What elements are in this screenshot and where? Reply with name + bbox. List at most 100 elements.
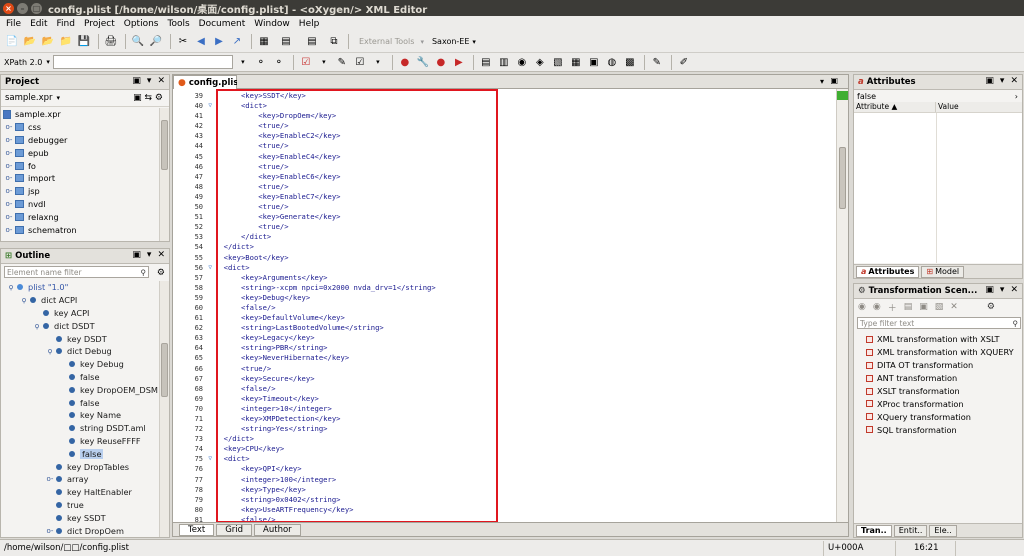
fold-toggle-icon[interactable]: ▽ — [208, 454, 212, 464]
code-line[interactable]: <integer>10</integer> — [215, 404, 825, 414]
code-line[interactable]: <key>DefaultVolume</key> — [215, 313, 825, 323]
project-tree-item[interactable]: o-css — [3, 121, 169, 134]
project-tools-icon[interactable]: ▣ ⇆ ⚙ — [133, 93, 163, 103]
restore-icon[interactable]: ▣ — [985, 285, 994, 295]
code-line[interactable]: <string>0x0402</string> — [215, 495, 825, 505]
code-line[interactable]: <dict> — [215, 263, 825, 273]
open-url-icon[interactable]: 📂 — [40, 34, 56, 50]
open-folder-icon[interactable]: 📁 — [58, 34, 74, 50]
menu-icon[interactable]: ▾ — [147, 250, 152, 260]
code-area[interactable]: <key>SSDT</key> <dict> <key>DropOem</key… — [215, 91, 825, 522]
code-line[interactable]: <dict> — [215, 101, 825, 111]
project-tree-item[interactable]: o-import — [3, 172, 169, 185]
xpath-version-label[interactable]: XPath 2.0 — [4, 58, 42, 67]
menu-find[interactable]: Find — [57, 19, 75, 29]
code-line[interactable]: <key>NeverHibernate</key> — [215, 353, 825, 363]
code-line[interactable]: <true/> — [215, 202, 825, 212]
grid-icon[interactable]: ▦ — [568, 54, 584, 70]
close-icon[interactable]: ✕ — [1010, 285, 1018, 295]
close-window-button[interactable]: × — [3, 2, 14, 14]
apply-icon[interactable]: ◉ — [858, 302, 866, 312]
layout-icon[interactable]: ▦ — [256, 34, 272, 50]
code-line[interactable]: <true/> — [215, 162, 825, 172]
project-tree-item[interactable]: o-debugger — [3, 134, 169, 147]
engine-selector[interactable]: Saxon-EE — [432, 37, 469, 46]
code-line[interactable]: <key>EnableC2</key> — [215, 131, 825, 141]
code-line[interactable]: <integer>100</integer> — [215, 475, 825, 485]
xpath-input[interactable] — [52, 55, 233, 69]
last-edit-icon[interactable]: ↗ — [229, 34, 245, 50]
code-line[interactable]: <key>EnableC4</key> — [215, 152, 825, 162]
menu-edit[interactable]: Edit — [30, 19, 47, 29]
expand-toggle-icon[interactable]: o- — [3, 122, 15, 132]
expand-toggle-icon[interactable]: o- — [44, 474, 56, 484]
scenario-item[interactable]: SQL transformation — [854, 423, 1022, 436]
xpath-version-dropdown-icon[interactable]: ▾ — [46, 58, 50, 66]
scenario-item[interactable]: XML transformation with XSLT — [854, 333, 1022, 346]
menu-file[interactable]: File — [6, 19, 21, 29]
code-line[interactable]: <key>EnableC7</key> — [215, 192, 825, 202]
maximize-editor-icon[interactable]: ▣ — [830, 76, 838, 85]
menu-icon[interactable]: ▾ — [1000, 76, 1005, 86]
scenario-item[interactable]: XProc transformation — [854, 397, 1022, 410]
new-scenario-icon[interactable]: ＋ — [888, 301, 897, 314]
editor-scrollbar[interactable] — [836, 89, 848, 522]
configure-transformation-icon[interactable]: 🔧 — [415, 54, 431, 70]
debug-icon[interactable]: ◉ — [873, 302, 881, 312]
xpath-dropdown-icon[interactable]: ▾ — [235, 54, 251, 70]
outline-node[interactable]: ϙ dict ACPI — [1, 294, 169, 307]
code-line[interactable]: <key>Boot</key> — [215, 253, 825, 263]
run-icon[interactable]: ▶ — [451, 54, 467, 70]
code-line[interactable]: <true/> — [215, 141, 825, 151]
validate-icon[interactable]: ☑ — [298, 54, 314, 70]
expand-toggle-icon[interactable]: o- — [44, 526, 56, 536]
code-line[interactable]: <string>-xcpm npci=0x2000 nvda_drv=1</st… — [215, 283, 825, 293]
validate-dropdown-icon[interactable]: ▾ — [316, 54, 332, 70]
external-tools-dropdown-icon[interactable]: ▾ — [420, 38, 424, 46]
expand-toggle-icon[interactable]: ϙ — [31, 321, 43, 331]
menu-project[interactable]: Project — [84, 19, 115, 29]
project-tree-item[interactable]: o-nvdl — [3, 198, 169, 211]
attribute-column-header[interactable]: Attribute ▲ — [854, 102, 936, 112]
outline-node[interactable]: key ACPI — [1, 307, 169, 320]
close-icon[interactable]: ✕ — [157, 250, 165, 260]
code-line[interactable]: <key>Type</key> — [215, 485, 825, 495]
restore-icon[interactable]: ▣ — [132, 250, 141, 260]
menu-help[interactable]: Help — [299, 19, 320, 29]
restore-icon[interactable]: ▣ — [132, 76, 141, 86]
code-line[interactable]: <key>CPU</key> — [215, 444, 825, 454]
find-icon[interactable]: 🔍 — [130, 34, 146, 50]
tab-attributes[interactable]: a Attributes — [856, 265, 920, 278]
format-indent-icon[interactable]: ▤ — [478, 54, 494, 70]
cut-icon[interactable]: ✂ — [175, 34, 191, 50]
code-line[interactable]: <key>QPI</key> — [215, 464, 825, 474]
expand-toggle-icon[interactable]: o- — [3, 173, 15, 183]
tab-grid[interactable]: Grid — [216, 523, 253, 536]
code-line[interactable]: <key>UseARTFrequency</key> — [215, 505, 825, 515]
edit-icon[interactable]: ✎ — [649, 54, 665, 70]
convert-icon[interactable]: ▩ — [622, 54, 638, 70]
scenario-item[interactable]: XQuery transformation — [854, 410, 1022, 423]
open-file-icon[interactable]: 📂 — [22, 34, 38, 50]
xpath-settings-icon[interactable]: ⚬ — [271, 54, 287, 70]
tag-icon[interactable]: ◈ — [532, 54, 548, 70]
project-dropdown-icon[interactable]: ▾ — [57, 94, 61, 102]
outline-node[interactable]: key ReuseFFFF — [1, 435, 169, 448]
restore-icon[interactable]: ▣ — [985, 76, 994, 86]
forward-icon[interactable]: ▶ — [211, 34, 227, 50]
apply-transformation-icon[interactable]: ● — [397, 54, 413, 70]
scenario-item[interactable]: ANT transformation — [854, 372, 1022, 385]
tab-transformation[interactable]: Tran.. — [856, 524, 892, 537]
code-line[interactable]: <false/> — [215, 303, 825, 313]
expand-toggle-icon[interactable]: o- — [3, 135, 15, 145]
import-icon[interactable]: ▧ — [935, 302, 944, 312]
expand-toggle-icon[interactable]: ϙ — [44, 346, 56, 356]
outline-scrollbar[interactable] — [159, 281, 169, 537]
expand-toggle-icon[interactable]: o- — [3, 199, 15, 209]
code-line[interactable]: <key>Timeout</key> — [215, 394, 825, 404]
expand-toggle-icon[interactable]: ϙ — [18, 295, 30, 305]
menu-document[interactable]: Document — [199, 19, 246, 29]
outline-settings-icon[interactable]: ⚙ — [157, 268, 165, 278]
code-line[interactable]: <false/> — [215, 515, 825, 522]
run-xpath-icon[interactable]: ⚬ — [253, 54, 269, 70]
